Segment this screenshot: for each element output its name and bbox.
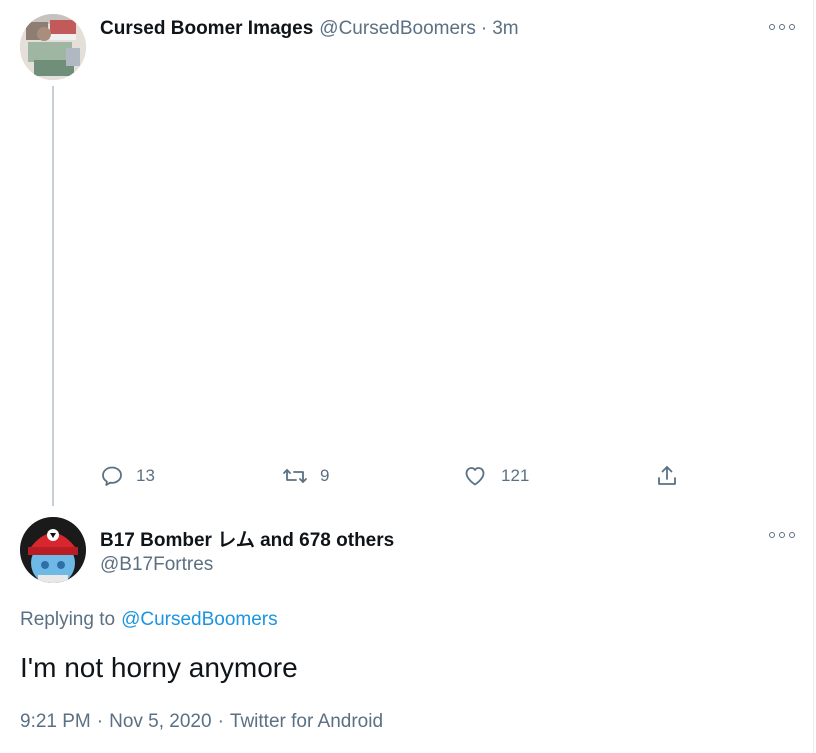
share-icon (655, 464, 679, 488)
timeline-border (813, 0, 814, 753)
username[interactable]: @B17Fortres (100, 552, 213, 578)
share-button[interactable] (655, 460, 679, 492)
timestamp[interactable]: 3m (492, 18, 518, 40)
thread-line (52, 86, 54, 506)
display-name[interactable]: Cursed Boomer Images (100, 18, 313, 40)
like-count: 121 (501, 466, 530, 485)
tweet-actions: 13 9 121 (100, 460, 700, 492)
avatar-image (20, 517, 86, 583)
avatar[interactable] (20, 14, 86, 80)
display-name[interactable]: B17 Bomber レム and 678 others (100, 525, 394, 551)
like-button[interactable]: 121 (463, 460, 529, 492)
tweet-header: Cursed Boomer Images @CursedBoomers · 3m (100, 16, 519, 42)
avatar[interactable] (20, 517, 86, 583)
reply-icon (100, 464, 124, 488)
replying-label: Replying to (20, 609, 116, 630)
retweet-count: 9 (320, 466, 330, 485)
replying-handle-link[interactable]: @CursedBoomers (121, 609, 278, 631)
reply-count: 13 (136, 466, 155, 485)
tweet-time[interactable]: 9:21 PM (20, 711, 91, 733)
avatar-image (20, 14, 86, 80)
retweet-button[interactable]: 9 (282, 460, 329, 492)
retweet-icon (282, 464, 308, 488)
tweet-meta: 9:21 PM · Nov 5, 2020 · Twitter for Andr… (20, 708, 383, 736)
reply-button[interactable]: 13 (100, 460, 155, 492)
separator: · (480, 18, 488, 39)
like-icon (463, 464, 487, 488)
separator: · (217, 711, 224, 732)
tweet-source[interactable]: Twitter for Android (230, 711, 383, 733)
username[interactable]: @CursedBoomers (319, 18, 476, 40)
separator: · (96, 711, 104, 732)
more-icon[interactable] (769, 20, 795, 34)
replying-to: Replying to @CursedBoomers (20, 606, 278, 634)
more-icon[interactable] (769, 528, 795, 542)
tweet-text: I'm not horny anymore (20, 652, 298, 683)
tweet-date[interactable]: Nov 5, 2020 (109, 711, 211, 733)
